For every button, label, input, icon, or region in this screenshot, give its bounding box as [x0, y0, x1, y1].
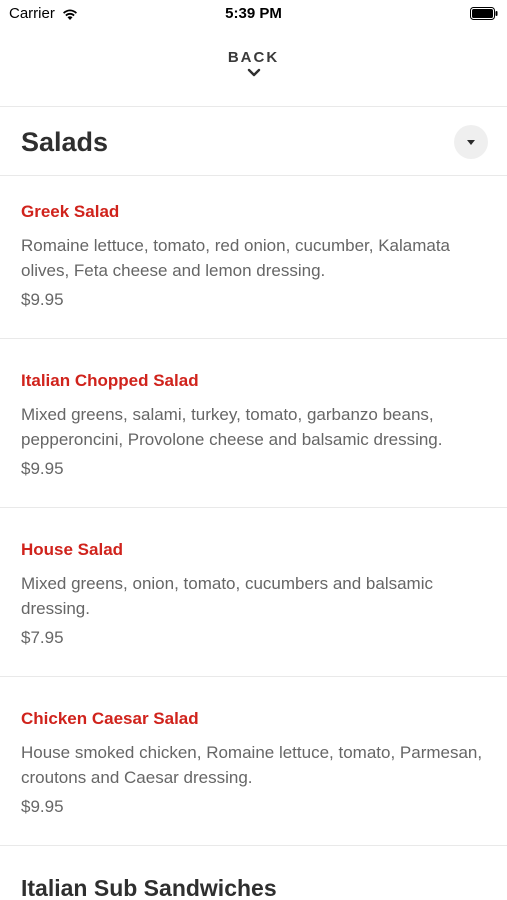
item-name: House Salad	[21, 540, 124, 559]
section-header: Salads	[0, 108, 507, 174]
back-button[interactable]: BACK	[0, 44, 507, 96]
menu-item-greek-salad[interactable]: Greek Salad Romaine lettuce, tomato, red…	[0, 176, 507, 338]
divider	[0, 338, 507, 339]
item-description: House smoked chicken, Romaine lettuce, t…	[21, 743, 483, 787]
item-price: $9.95	[21, 459, 64, 478]
item-description: Mixed greens, onion, tomato, cucumbers a…	[21, 574, 433, 618]
item-price: $7.95	[21, 628, 64, 647]
menu-item-chicken-caesar-salad[interactable]: Chicken Caesar Salad House smoked chicke…	[0, 683, 507, 845]
item-price: $9.95	[21, 290, 64, 309]
battery-icon	[470, 7, 498, 20]
section-dropdown-button[interactable]	[454, 125, 488, 159]
chevron-down-icon	[247, 68, 260, 77]
screen: Carrier 5:39 PM BACK Salads Greek Salad …	[0, 0, 507, 900]
item-description: Romaine lettuce, tomato, red onion, cucu…	[21, 236, 451, 280]
divider	[0, 106, 507, 107]
back-label: BACK	[227, 49, 280, 66]
item-name: Italian Chopped Salad	[21, 371, 199, 390]
divider	[0, 507, 507, 508]
item-name: Greek Salad	[21, 202, 120, 221]
caret-down-icon	[467, 139, 475, 145]
item-price: $9.95	[21, 797, 64, 816]
item-name: Chicken Caesar Salad	[21, 709, 199, 728]
divider	[0, 676, 507, 677]
item-description: Mixed greens, salami, turkey, tomato, ga…	[21, 405, 443, 449]
menu-item-house-salad[interactable]: House Salad Mixed greens, onion, tomato,…	[0, 514, 507, 676]
divider	[0, 845, 507, 846]
section-title: Salads	[21, 127, 109, 157]
status-bar: Carrier 5:39 PM	[0, 0, 507, 30]
next-section-title: Italian Sub Sandwiches	[21, 875, 277, 900]
status-time: 5:39 PM	[225, 5, 282, 22]
menu-item-italian-chopped-salad[interactable]: Italian Chopped Salad Mixed greens, sala…	[0, 345, 507, 507]
